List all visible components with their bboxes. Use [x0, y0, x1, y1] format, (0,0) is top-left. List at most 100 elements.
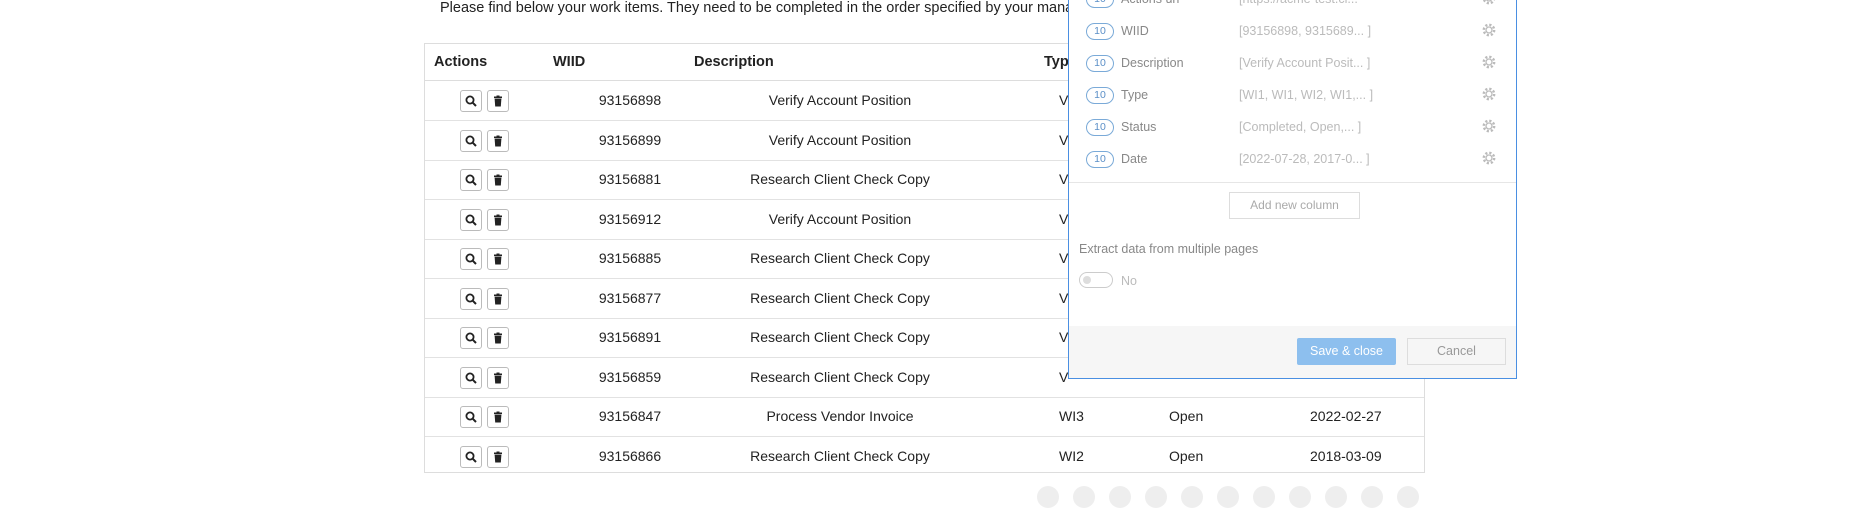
- column-name[interactable]: Actions un: [1121, 0, 1179, 6]
- column-name[interactable]: Date: [1121, 152, 1147, 166]
- column-count-badge: 10: [1086, 23, 1114, 40]
- extract-multiple-pages-label: Extract data from multiple pages: [1079, 242, 1259, 256]
- page-button[interactable]: [1109, 486, 1131, 508]
- page-button[interactable]: [1361, 486, 1383, 508]
- page-button[interactable]: [1289, 486, 1311, 508]
- cell-description: Research Client Check Copy: [750, 289, 930, 306]
- cell-wiid: 93156912: [598, 210, 662, 227]
- cell-description: Research Client Check Copy: [750, 250, 930, 266]
- cell-wiid: 93156885: [598, 250, 662, 266]
- view-item-button[interactable]: [460, 169, 482, 191]
- delete-item-button[interactable]: [487, 406, 509, 428]
- page-button[interactable]: [1181, 486, 1203, 508]
- cell-wiid: 93156891: [598, 329, 662, 345]
- extract-data-dialog: 10 Actions un [https://acme-test.cl... 10 WI…: [1068, 0, 1517, 379]
- pagination: [1037, 486, 1419, 508]
- work-items-intro: Please find below your work items. They …: [440, 0, 1090, 16]
- table-row: 93156847 Process Vendor Invoice WI3 Open 202…: [425, 397, 1424, 437]
- column-preview: [Verify Account Posit... ]: [1239, 56, 1371, 70]
- view-item-button[interactable]: [460, 327, 482, 349]
- column-preview: [WI1, WI1, WI2, WI1,... ]: [1239, 88, 1374, 102]
- view-item-button[interactable]: [460, 90, 482, 112]
- page-button[interactable]: [1253, 486, 1275, 508]
- cell-wiid: 93156847: [598, 408, 662, 424]
- cell-description: Verify Account Position: [768, 92, 912, 108]
- gear-icon[interactable]: [1481, 22, 1497, 41]
- column-name[interactable]: Description: [1121, 56, 1184, 70]
- view-item-button[interactable]: [460, 248, 482, 270]
- page-button[interactable]: [1037, 486, 1059, 508]
- cell-type: WI3: [1059, 408, 1084, 424]
- column-count-badge: 10: [1086, 0, 1114, 8]
- delete-item-button[interactable]: [487, 445, 509, 468]
- cell-description: Research Client Check Copy: [750, 329, 930, 345]
- cell-description: Verify Account Position: [768, 210, 912, 227]
- column-name[interactable]: WIID: [1121, 24, 1149, 38]
- cell-description: Research Client Check Copy: [750, 171, 930, 187]
- delete-item-button[interactable]: [487, 208, 509, 231]
- cell-date: 2018-03-09: [1310, 447, 1382, 464]
- cell-wiid: 93156859: [598, 368, 662, 385]
- view-item-button[interactable]: [460, 445, 482, 468]
- delete-item-button[interactable]: [487, 169, 509, 191]
- column-count-badge: 10: [1086, 55, 1114, 72]
- column-preview: [https://acme-test.cl...: [1239, 0, 1358, 6]
- panel-divider: [1069, 182, 1516, 183]
- extracted-column-row: 10 WIID [93156898, 9315689... ]: [1086, 22, 1506, 42]
- extracted-column-row: 10 Type [WI1, WI1, WI2, WI1,... ]: [1086, 86, 1506, 106]
- header-wiid[interactable]: WIID: [553, 54, 585, 70]
- delete-item-button[interactable]: [487, 248, 509, 270]
- cell-description: Research Client Check Copy: [750, 368, 930, 385]
- delete-item-button[interactable]: [487, 287, 509, 310]
- column-name[interactable]: Type: [1121, 88, 1148, 102]
- multiple-pages-toggle[interactable]: [1079, 272, 1113, 288]
- delete-item-button[interactable]: [487, 90, 509, 112]
- view-item-button[interactable]: [460, 406, 482, 428]
- cell-wiid: 93156877: [598, 289, 662, 306]
- page-button[interactable]: [1325, 486, 1347, 508]
- gear-icon[interactable]: [1481, 54, 1497, 73]
- view-item-button[interactable]: [460, 287, 482, 310]
- header-description[interactable]: Description: [694, 54, 774, 70]
- cell-wiid: 93156898: [598, 92, 662, 108]
- column-count-badge: 10: [1086, 87, 1114, 104]
- toggle-knob: [1083, 276, 1091, 284]
- delete-item-button[interactable]: [487, 129, 509, 152]
- view-item-button[interactable]: [460, 129, 482, 152]
- gear-icon[interactable]: [1481, 0, 1497, 9]
- cell-description: Process Vendor Invoice: [766, 408, 914, 424]
- cell-description: Verify Account Position: [768, 131, 912, 148]
- gear-icon[interactable]: [1481, 86, 1497, 105]
- cell-status: Open: [1169, 408, 1204, 424]
- column-count-badge: 10: [1086, 151, 1114, 168]
- view-item-button[interactable]: [460, 366, 482, 389]
- column-name[interactable]: Status: [1121, 120, 1156, 134]
- view-item-button[interactable]: [460, 208, 482, 231]
- page-button[interactable]: [1217, 486, 1239, 508]
- cell-description: Research Client Check Copy: [750, 447, 930, 464]
- column-preview: [Completed, Open,... ]: [1239, 120, 1362, 134]
- cell-wiid: 93156866: [598, 447, 662, 464]
- page-button[interactable]: [1145, 486, 1167, 508]
- cell-wiid: 93156881: [598, 171, 662, 187]
- toggle-state-label: No: [1121, 274, 1137, 288]
- table-row: 93156866 Research Client Check Copy WI2 Ope…: [425, 437, 1424, 476]
- page-button[interactable]: [1073, 486, 1095, 508]
- gear-icon[interactable]: [1481, 118, 1497, 137]
- gear-icon[interactable]: [1481, 150, 1497, 169]
- delete-item-button[interactable]: [487, 366, 509, 389]
- cell-date: 2022-02-27: [1310, 408, 1382, 424]
- cancel-button[interactable]: Cancel: [1407, 338, 1506, 365]
- extracted-column-row: 10 Status [Completed, Open,... ]: [1086, 118, 1506, 138]
- page-button[interactable]: [1397, 486, 1419, 508]
- save-close-button[interactable]: Save & close: [1297, 338, 1396, 365]
- extracted-column-row: 10 Date [2022-07-28, 2017-0... ]: [1086, 150, 1506, 170]
- add-new-column-button[interactable]: Add new column: [1229, 192, 1360, 219]
- dialog-footer: Save & close Cancel: [1069, 326, 1516, 378]
- header-actions: Actions: [434, 54, 488, 70]
- extracted-column-row: 10 Description [Verify Account Posit... ]: [1086, 54, 1506, 74]
- cell-type: WI2: [1059, 447, 1084, 464]
- delete-item-button[interactable]: [487, 327, 509, 349]
- cell-wiid: 93156899: [598, 131, 662, 148]
- column-count-badge: 10: [1086, 119, 1114, 136]
